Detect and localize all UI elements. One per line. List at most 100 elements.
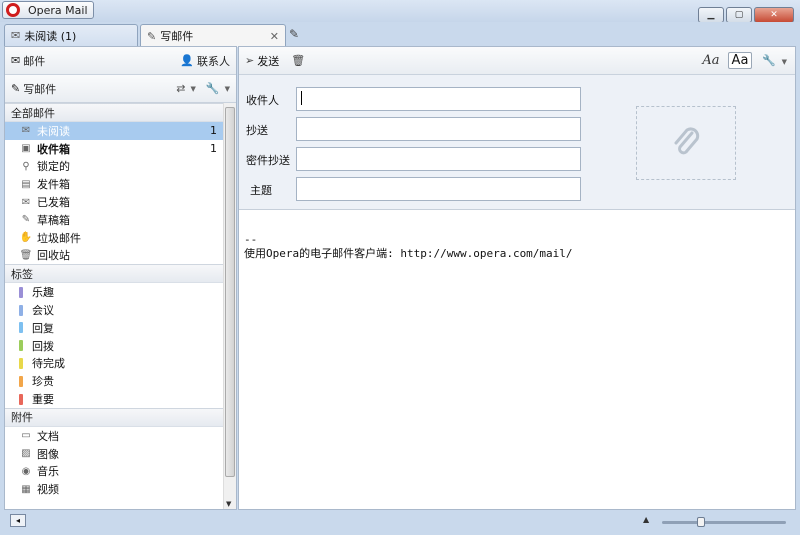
send-button[interactable]: ➢ 发送 — [245, 53, 279, 69]
item-label: 回收站 — [37, 249, 70, 263]
sidebar-item-unread[interactable]: ✉ 未阅读 1 — [5, 122, 225, 140]
cc-label: 抄送 — [246, 124, 268, 137]
paperclip-icon — [674, 127, 700, 155]
mail-button[interactable]: ✉ 邮件 — [11, 53, 45, 69]
pin-icon: ⚲ — [22, 160, 30, 172]
item-label: 会议 — [32, 304, 54, 318]
rich-text-toggle[interactable]: Aa — [702, 53, 719, 68]
label-color-icon — [19, 340, 23, 352]
sidebar-item-label-callback[interactable]: 回拨 — [5, 337, 225, 355]
sidebar-item-pinned[interactable]: ⚲ 锁定的 — [5, 158, 225, 176]
scrollbar-thumb[interactable] — [225, 107, 235, 477]
zoom-slider[interactable] — [662, 517, 786, 527]
document-icon: ▭ — [21, 430, 31, 442]
item-label: 收件箱 — [37, 142, 70, 156]
sync-button[interactable]: ⇄ ▼ — [176, 82, 196, 95]
compose-label: 写邮件 — [23, 82, 57, 96]
sidebar-settings-button[interactable]: 🔧 ▼ — [206, 82, 230, 95]
label-color-icon — [19, 304, 23, 316]
tab-label: 写邮件 — [160, 30, 194, 43]
wrench-icon: 🔧 — [762, 54, 777, 67]
section-attachments[interactable]: 附件 — [5, 407, 225, 427]
sidebar-item-trash[interactable]: 🗑 回收站 — [5, 247, 225, 265]
sidebar-item-label-valuable[interactable]: 珍贵 — [5, 372, 225, 390]
opera-logo-icon — [6, 3, 20, 17]
signature-separator: -- — [244, 233, 258, 246]
sidebar-item-drafts[interactable]: ✎ 草稿箱 — [5, 211, 225, 229]
cc-field[interactable] — [296, 117, 581, 141]
subject-label: 主题 — [250, 184, 272, 197]
maximize-button[interactable]: ▢ — [726, 7, 752, 23]
bcc-field[interactable] — [296, 147, 581, 171]
tab-close-icon[interactable]: ✕ — [270, 30, 279, 43]
section-labels[interactable]: 标签 — [5, 264, 225, 284]
signature-line: 使用Opera的电子邮件客户端: http://www.opera.com/ma… — [244, 247, 573, 260]
new-compose-tab-icon[interactable]: ✎ — [289, 27, 305, 43]
tab-bar: ✉ 未阅读 (1) ✎ 写邮件 ✕ ✎ — [0, 22, 800, 47]
item-label: 回拨 — [32, 339, 54, 353]
item-label: 重要 — [32, 393, 54, 407]
sent-icon: ✉ — [21, 196, 31, 208]
attachment-drop-zone[interactable] — [636, 106, 736, 180]
video-icon: ▦ — [21, 483, 31, 495]
compose-toolbar: ➢ 发送 🗑 Aa Aa 🔧 ▼ — [239, 47, 795, 75]
sidebar-item-label-important[interactable]: 重要 — [5, 390, 225, 408]
sidebar-item-images[interactable]: ▨ 图像 — [5, 445, 225, 463]
sidebar-item-documents[interactable]: ▭ 文档 — [5, 427, 225, 445]
delete-icon[interactable]: 🗑 — [291, 54, 305, 67]
sidebar-item-inbox[interactable]: ▣ 收件箱 1 — [5, 140, 225, 158]
sidebar-item-label-reply[interactable]: 回复 — [5, 319, 225, 337]
item-label: 已发箱 — [37, 196, 70, 210]
bcc-label: 密件抄送 — [246, 154, 290, 167]
item-label: 待完成 — [32, 357, 65, 371]
label-color-icon — [19, 357, 23, 369]
toggle-panel-button[interactable]: ◂ — [10, 514, 26, 527]
compose-header: 收件人 抄送 密件抄送 主题 — [239, 75, 795, 210]
message-body[interactable]: -- 使用Opera的电子邮件客户端: http://www.opera.com… — [244, 233, 573, 261]
compose-panel: ➢ 发送 🗑 Aa Aa 🔧 ▼ 收件人 抄送 密件抄送 主题 -- 使用Ope… — [238, 46, 796, 510]
item-count: 1 — [210, 142, 217, 156]
item-label: 草稿箱 — [37, 213, 70, 227]
chevron-down-icon: ▼ — [190, 84, 196, 93]
item-label: 垃圾邮件 — [37, 231, 81, 245]
section-all-mail[interactable]: 全部邮件 — [5, 103, 225, 122]
envelope-icon: ✉ — [11, 54, 21, 67]
minimize-button[interactable]: ▁ — [698, 7, 724, 23]
scroll-down-icon[interactable]: ▼ — [226, 500, 231, 508]
zoom-slider-thumb[interactable] — [696, 517, 705, 527]
sidebar-mail-toolbar: ✉ 邮件 👤 联系人 — [5, 47, 236, 75]
plain-text-toggle[interactable]: Aa — [727, 52, 753, 69]
to-label: 收件人 — [246, 94, 279, 107]
item-label: 锁定的 — [37, 160, 70, 174]
opera-menu-button[interactable]: Opera Mail — [2, 1, 94, 19]
wrench-icon: 🔧 — [205, 82, 220, 95]
close-button[interactable]: ✕ — [754, 7, 794, 23]
tab-compose[interactable]: ✎ 写邮件 ✕ — [140, 24, 286, 47]
compose-button[interactable]: ✎ 写邮件 — [11, 81, 56, 97]
sidebar-item-music[interactable]: ◉ 音乐 — [5, 463, 225, 481]
sidebar-item-label-todo[interactable]: 待完成 — [5, 355, 225, 373]
subject-field[interactable] — [296, 177, 581, 201]
subject-row: 主题 — [239, 177, 795, 201]
contacts-button[interactable]: 👤 联系人 — [180, 53, 230, 69]
compose-settings-button[interactable]: 🔧 ▼ — [762, 54, 787, 67]
sidebar-item-sent[interactable]: ✉ 已发箱 — [5, 193, 225, 211]
sidebar-item-label-meeting[interactable]: 会议 — [5, 301, 225, 319]
to-field[interactable] — [296, 87, 581, 111]
item-label: 图像 — [37, 447, 59, 461]
sidebar-item-label-fun[interactable]: 乐趣 — [5, 283, 225, 301]
sidebar-scrollbar[interactable]: ▼ — [223, 103, 236, 509]
zoom-decrease-icon[interactable]: ▲ — [643, 515, 649, 524]
hand-icon: ✋ — [19, 232, 33, 244]
send-label: 发送 — [257, 54, 280, 68]
pencil-icon: ✎ — [21, 214, 31, 226]
item-label: 音乐 — [37, 465, 59, 479]
contacts-label: 联系人 — [197, 54, 230, 68]
tab-unread[interactable]: ✉ 未阅读 (1) — [4, 24, 138, 46]
sidebar-item-outbox[interactable]: ▤ 发件箱 — [5, 175, 225, 193]
envelope-icon: ✉ — [21, 125, 31, 137]
sidebar-item-spam[interactable]: ✋ 垃圾邮件 — [5, 229, 225, 247]
sidebar-item-video[interactable]: ▦ 视频 — [5, 480, 225, 498]
sidebar: ✉ 邮件 👤 联系人 ✎ 写邮件 ⇄ ▼ 🔧 ▼ 全部邮件 ✉ 未阅读 1 ▣ … — [4, 46, 237, 510]
window-controls: ▁ ▢ ✕ — [698, 7, 794, 23]
